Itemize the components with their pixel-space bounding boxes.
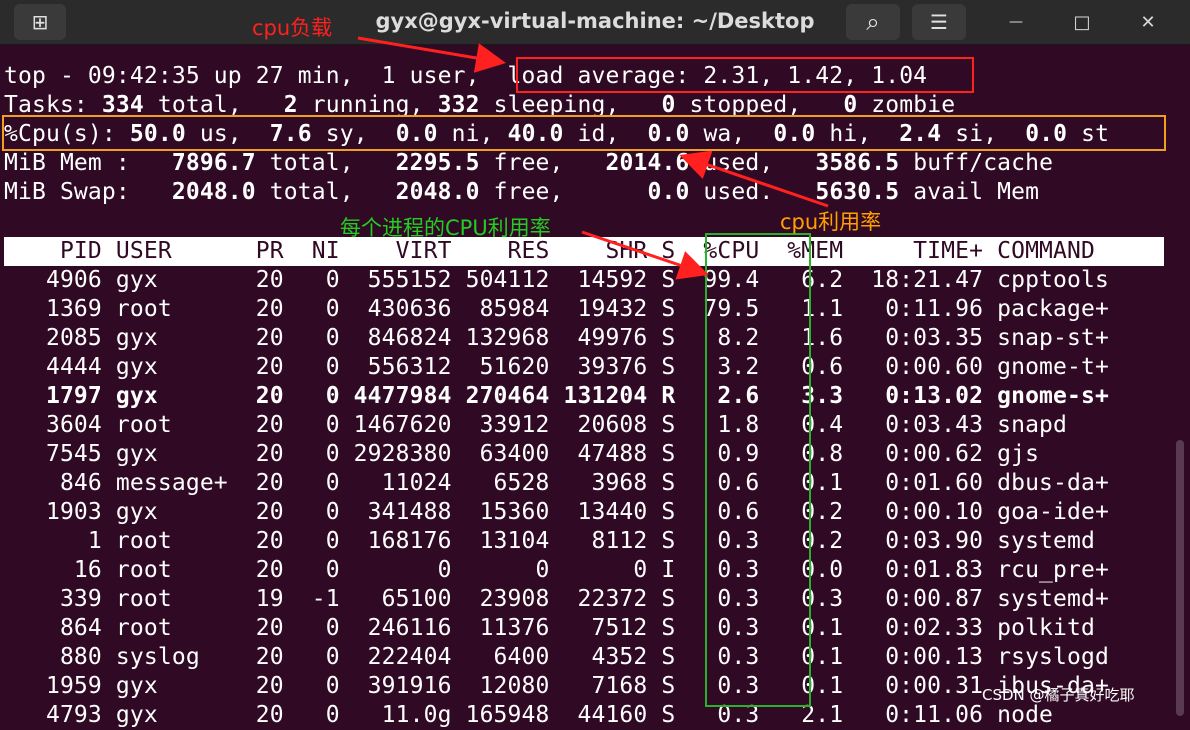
cpu-usage-arrow [679,150,829,208]
load-arrow [357,36,506,73]
watermark: CSDN @橘子真好吃耶 [982,686,1135,704]
per-process-arrow [581,230,709,280]
annotation-arrows [357,36,829,280]
